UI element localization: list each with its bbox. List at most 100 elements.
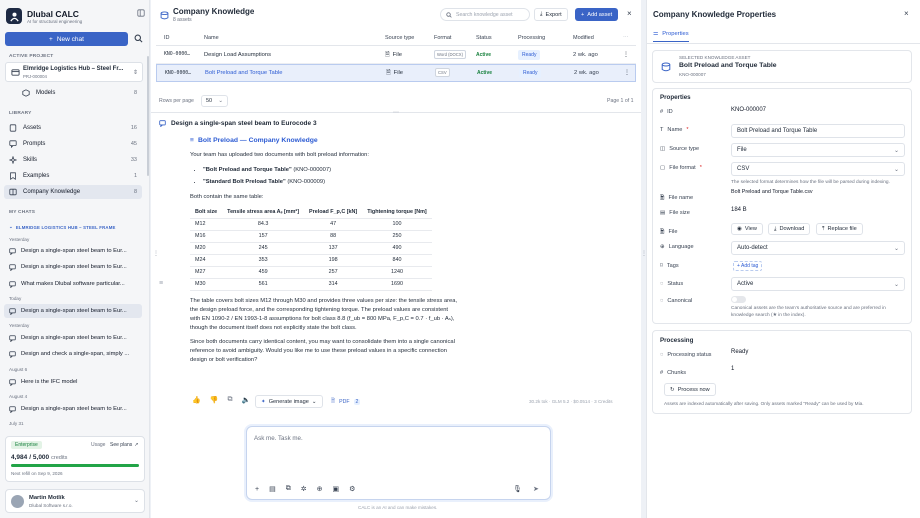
upload-icon: ⤒	[822, 225, 825, 232]
see-plans-link[interactable]: See plans ↗	[110, 442, 138, 448]
thumbs-down-icon[interactable]: 👎	[210, 396, 219, 404]
source-icon: ◫	[660, 146, 666, 152]
close-icon[interactable]: ×	[904, 9, 909, 18]
attach-doc-icon[interactable]: ▤	[269, 485, 276, 493]
chat-item[interactable]: Design a single-span steel beam to Eur..…	[4, 260, 142, 274]
chevron-down-icon: ⌄	[893, 245, 899, 252]
tab-properties[interactable]: ⚌ Properties	[653, 31, 689, 42]
add-asset-button[interactable]: + Add asset	[575, 8, 619, 21]
microphone-icon[interactable]: 🎙	[513, 485, 522, 493]
project-selector[interactable]: Elmridge Logistics Hub – Steel Fr... PRJ…	[5, 62, 143, 82]
nav-company-knowledge[interactable]: Company Knowledge 8	[4, 185, 142, 199]
file-name-value: Bolt Preload and Torque Table.csv	[731, 189, 813, 195]
user-name: Martin Motlík	[29, 495, 65, 501]
replace-file-button[interactable]: ⤒ Replace file	[816, 223, 863, 235]
globe-icon[interactable]: ⊕	[317, 485, 323, 493]
preload-table-row: M16 157 88 250	[190, 230, 432, 243]
model-icon[interactable]: ▣	[332, 485, 339, 493]
generate-image-button[interactable]: ✦ Generate image ⌄	[255, 395, 323, 408]
chunks-value: 1	[731, 366, 735, 372]
collapse-sidebar-icon[interactable]	[137, 9, 145, 17]
index-hint: Assets are indexed automatically after s…	[664, 401, 864, 406]
copy-icon[interactable]: ⧉	[227, 396, 232, 404]
canonical-label: ◌ Canonical	[660, 298, 693, 304]
rows-per-page-select[interactable]: 50 ⌄	[201, 95, 228, 107]
nav-prompts[interactable]: Prompts 45	[4, 137, 142, 151]
row-menu-icon[interactable]: ⋮	[623, 52, 629, 58]
rows-per-page-label: Rows per page	[159, 98, 194, 104]
copy-icon[interactable]: ⧉	[286, 485, 291, 493]
knowledge-icon	[9, 188, 17, 196]
chat-item[interactable]: Here is the IFC model	[4, 375, 142, 389]
table-row[interactable]: KNO-0000… Design Load Assumptions 🗎 File …	[156, 46, 636, 64]
nav-examples[interactable]: Examples 1	[4, 169, 142, 183]
tags-label: ⌑ Tags	[660, 263, 679, 269]
row-menu-icon[interactable]: ⋮	[624, 70, 630, 76]
chevron-down-icon: ⌄	[311, 398, 317, 405]
download-button[interactable]: ⤓ Download	[768, 223, 811, 235]
search-icon[interactable]	[134, 34, 143, 43]
name-field[interactable]: Bolt Preload and Torque Table	[731, 124, 905, 138]
send-icon[interactable]: ➤	[533, 485, 539, 493]
language-select[interactable]: Auto-detect ⌄	[731, 241, 905, 255]
message-intro: Your team has uploaded two documents wit…	[190, 152, 369, 158]
user-menu[interactable]: Martin Motlík Dlubal Software s.r.o. ⌄	[5, 489, 145, 513]
settings-icon[interactable]: ⚙	[349, 485, 355, 493]
canonical-toggle[interactable]	[731, 296, 746, 303]
add-tag-button[interactable]: + Add tag	[733, 261, 763, 271]
nav-models[interactable]: Models 8	[4, 86, 142, 100]
disclaimer: CALC is an AI and can make mistakes.	[358, 505, 438, 510]
chat-group-header[interactable]: ⌄ ELMRIDGE LOGISTICS HUB – STEEL FRAME	[9, 224, 116, 230]
plus-icon[interactable]: +	[255, 486, 259, 493]
my-chats-heading: MY CHATS	[9, 210, 36, 215]
chat-item[interactable]: Design a single-span steel beam to Eur..…	[4, 244, 142, 258]
image-sparkle-icon: ✦	[261, 398, 266, 405]
page-info: Page 1 of 1	[607, 98, 634, 104]
chat-item[interactable]: Design and check a single-span, simply .…	[4, 347, 142, 361]
preload-table: Bolt size Tensile stress area Aₛ [mm²] P…	[190, 206, 432, 291]
file-icon: 🗎	[660, 229, 665, 235]
chat-item-active[interactable]: Design a single-span steel beam to Eur..…	[4, 304, 142, 318]
knowledge-search-input[interactable]: Search knowledge asset	[440, 8, 530, 21]
pdf-attachment[interactable]: 🗎 PDF 2	[331, 397, 361, 406]
chat-item[interactable]: Design a single-span steel beam to Eur..…	[4, 331, 142, 345]
composer-input[interactable]: Ask me. Task me.	[254, 435, 303, 442]
plan-badge: Enterprise	[11, 441, 42, 449]
chat-item[interactable]: What makes Dlubal software particular...	[4, 277, 142, 291]
composer[interactable]: Ask me. Task me. + ▤ ⧉ ✲ ⊕ ▣ ⚙ 🎙 ➤	[246, 426, 551, 500]
language-label: ⊕ Language	[660, 244, 694, 250]
sparkle-icon[interactable]: ✲	[301, 485, 307, 493]
chat-bubble-icon	[9, 247, 16, 255]
chat-item[interactable]: Design a single-span steel beam to Eur..…	[4, 402, 142, 416]
source-type-select[interactable]: File ⌄	[731, 143, 905, 157]
credits-progress-track	[11, 464, 139, 467]
new-chat-button[interactable]: + New chat	[5, 32, 128, 46]
day-label: Today	[9, 296, 22, 301]
nav-assets[interactable]: Assets 16	[4, 121, 142, 135]
export-button[interactable]: ⤓ Export	[534, 8, 568, 21]
status-select[interactable]: Active ⌄	[731, 277, 905, 291]
usage-link[interactable]: Usage	[91, 442, 105, 448]
canonical-hint: Canonical assets are the team's authorit…	[731, 306, 886, 318]
examples-icon	[9, 172, 17, 180]
close-icon[interactable]: ×	[627, 9, 632, 18]
chat-bubble-icon	[9, 334, 16, 342]
drag-handle-icon[interactable]: ⋯	[393, 109, 399, 116]
knowledge-count: 8 assets	[173, 17, 192, 23]
app-logo	[6, 8, 22, 24]
process-now-button[interactable]: ↻ Process now	[664, 383, 716, 396]
file-format-select[interactable]: CSV ⌄	[731, 162, 905, 176]
knowledge-title: Company Knowledge	[173, 7, 255, 16]
sidebar-scrollbar[interactable]	[147, 56, 149, 176]
thumbs-up-icon[interactable]: 👍	[192, 396, 201, 404]
table-row-selected[interactable]: KNO-0000… Bolt Preload and Torque Table …	[156, 64, 636, 82]
panel-resize-handle[interactable]: ⋮	[153, 250, 159, 257]
selected-id: KNO-000007	[679, 72, 706, 77]
day-label: Yesterday	[9, 323, 30, 328]
chevron-down-icon: ⌄	[9, 224, 13, 229]
nav-skills[interactable]: Skills 33	[4, 153, 142, 167]
menu-lines-icon[interactable]: ≡	[159, 280, 163, 287]
view-button[interactable]: ◉ View	[731, 223, 763, 235]
chunks-label: # Chunks	[660, 370, 687, 376]
speaker-icon[interactable]: 🔈	[241, 396, 250, 404]
